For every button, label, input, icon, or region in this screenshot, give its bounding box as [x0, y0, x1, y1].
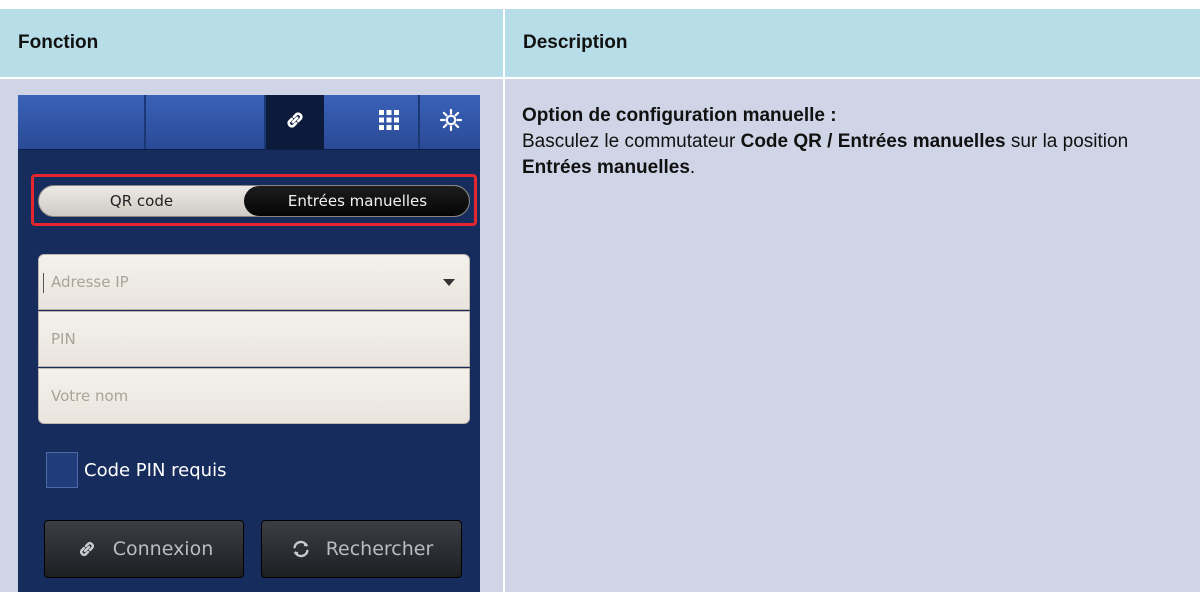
gear-icon [439, 108, 463, 136]
tab-grid[interactable] [360, 95, 418, 149]
header-function: Fonction [0, 9, 503, 77]
link-icon [282, 107, 308, 137]
connect-label: Connexion [112, 538, 214, 560]
tab-settings[interactable] [422, 95, 480, 149]
pin-required-row[interactable]: Code PIN requis [46, 450, 226, 490]
segment-qr-code[interactable]: QR code [39, 186, 244, 216]
name-field[interactable]: Votre nom [38, 368, 470, 424]
mode-switch[interactable]: QR code Entrées manuelles [38, 185, 470, 217]
tab-separator [144, 95, 146, 149]
connect-button[interactable]: Connexion [44, 520, 244, 578]
grid-icon [378, 109, 400, 135]
description-text: Option de configuration manuelle : Bascu… [522, 103, 1192, 181]
ip-address-field[interactable]: Adresse IP [38, 254, 470, 310]
app-screenshot: QR code Entrées manuelles Adresse IP PIN… [18, 95, 480, 592]
dropdown-arrow-icon[interactable] [443, 279, 455, 286]
search-label: Rechercher [325, 538, 434, 560]
pin-required-label: Code PIN requis [84, 459, 227, 481]
refresh-icon [290, 538, 312, 560]
description-title: Option de configuration manuelle : [522, 105, 837, 126]
description-body: Basculez le commutateur Code QR / Entrée… [522, 131, 1129, 178]
ip-address-placeholder: Adresse IP [51, 273, 129, 291]
tab-bar [18, 95, 480, 150]
search-button[interactable]: Rechercher [261, 520, 462, 578]
pin-required-checkbox[interactable] [46, 452, 78, 488]
header-description: Description [505, 9, 1200, 77]
name-placeholder: Votre nom [51, 387, 129, 405]
text-cursor [43, 273, 44, 293]
pin-placeholder: PIN [51, 330, 76, 348]
tab-separator [418, 95, 420, 149]
segment-manual-entries[interactable]: Entrées manuelles [244, 186, 469, 216]
tab-link[interactable] [266, 95, 324, 149]
link-icon [75, 537, 99, 561]
pin-field[interactable]: PIN [38, 311, 470, 367]
